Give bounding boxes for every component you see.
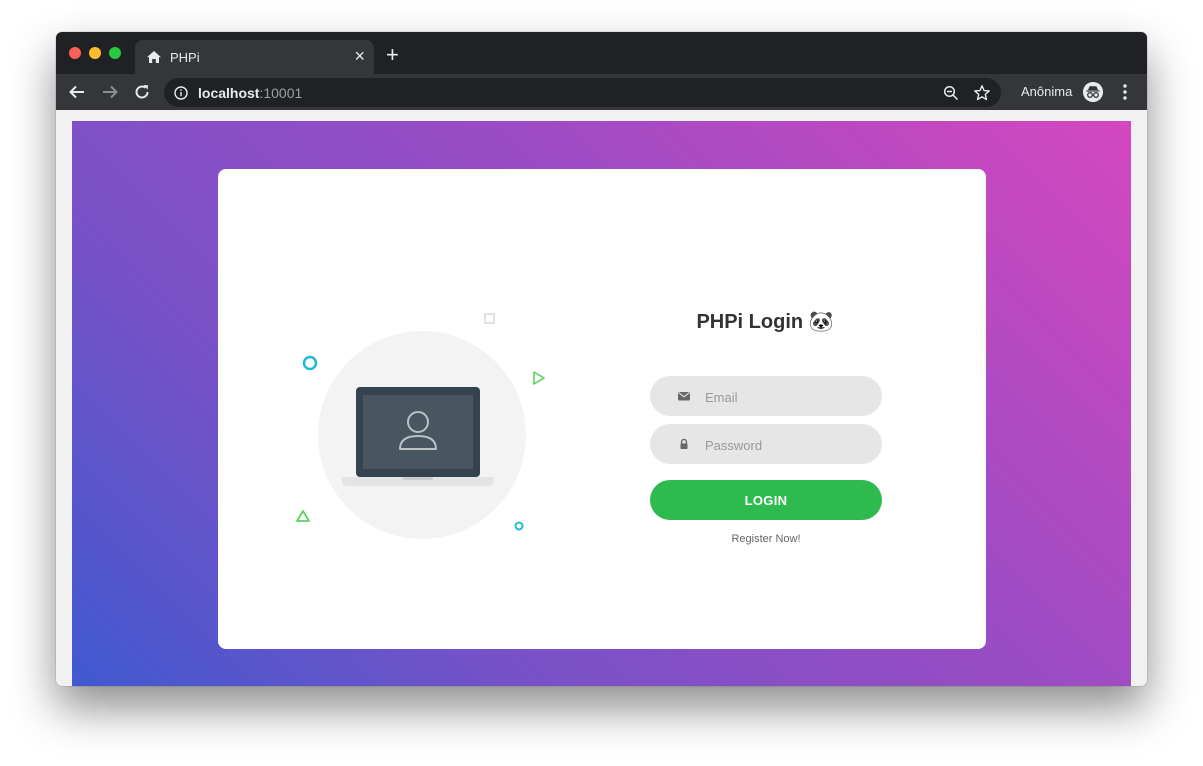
- new-tab-button[interactable]: +: [386, 44, 399, 66]
- login-card: PHPi Login 🐼 LOGIN Register Now!: [218, 169, 986, 649]
- address-bar[interactable]: localhost:10001: [164, 78, 1001, 107]
- lock-icon: [680, 438, 688, 449]
- browser-toolbar: localhost:10001 Anônima: [56, 74, 1147, 110]
- envelope-icon: [678, 392, 690, 401]
- email-input[interactable]: [703, 376, 867, 418]
- home-icon: [147, 51, 161, 63]
- page-background: PHPi Login 🐼 LOGIN Register Now!: [72, 121, 1131, 686]
- url-port: :10001: [259, 85, 303, 101]
- profile-name[interactable]: Anônima: [1021, 84, 1072, 99]
- minimize-window-button[interactable]: [89, 47, 101, 59]
- star-icon[interactable]: [973, 84, 991, 102]
- zoom-out-icon[interactable]: [943, 85, 959, 101]
- password-field-wrapper: [650, 424, 882, 466]
- back-arrow-icon[interactable]: [68, 83, 86, 101]
- reload-icon[interactable]: [133, 83, 151, 101]
- tab-bar: PHPi × +: [56, 32, 1147, 74]
- tab-close-button[interactable]: ×: [354, 46, 365, 66]
- info-icon[interactable]: [174, 86, 188, 100]
- incognito-icon[interactable]: [1083, 82, 1103, 102]
- password-input[interactable]: [703, 424, 867, 466]
- url-host: localhost: [198, 85, 260, 101]
- email-field-wrapper: [650, 376, 882, 418]
- url-text: localhost:10001: [198, 85, 302, 101]
- more-vert-icon[interactable]: [1119, 82, 1131, 102]
- tab-phpi[interactable]: PHPi ×: [135, 40, 374, 74]
- browser-window: PHPi × + localhost:10001 Anônima PHPi Lo…: [56, 32, 1147, 686]
- login-button[interactable]: LOGIN: [650, 480, 882, 520]
- tab-title: PHPi: [170, 50, 200, 65]
- forward-arrow-icon[interactable]: [101, 83, 119, 101]
- login-title: PHPi Login 🐼: [696, 311, 834, 333]
- maximize-window-button[interactable]: [109, 47, 121, 59]
- close-window-button[interactable]: [69, 47, 81, 59]
- window-controls: [69, 47, 121, 59]
- register-link[interactable]: Register Now!: [650, 533, 882, 545]
